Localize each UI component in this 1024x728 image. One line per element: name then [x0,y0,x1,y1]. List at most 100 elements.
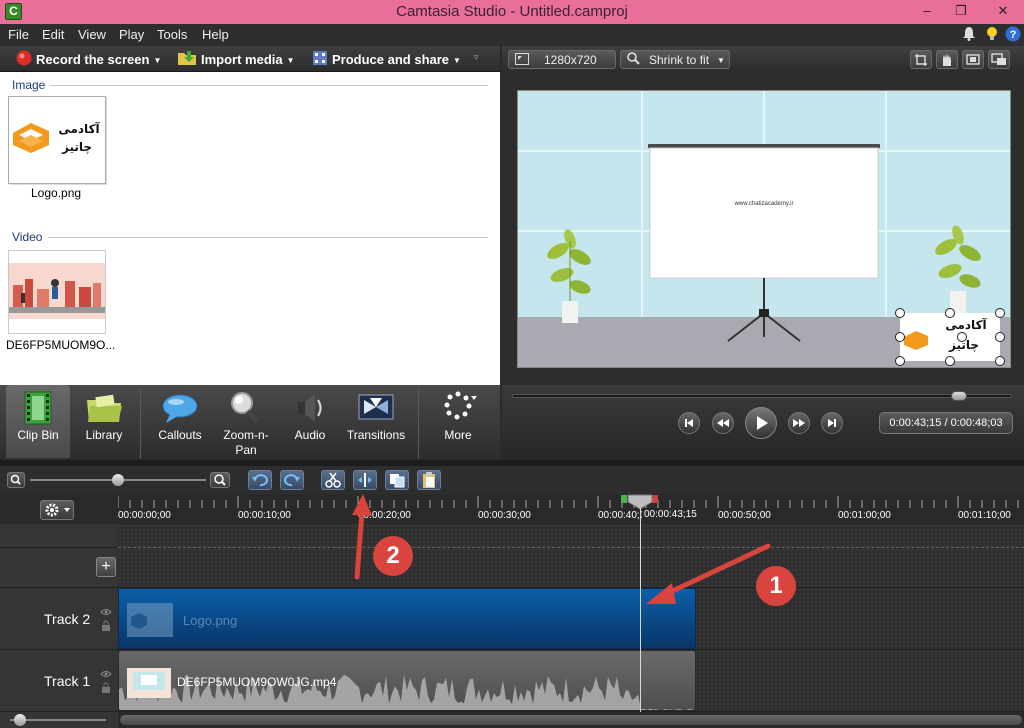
zoom-dropdown[interactable]: Shrink to fit ▼ [620,50,730,69]
toolbar-overflow-icon[interactable]: ▿ [474,52,479,63]
tab-library[interactable]: Library [74,385,134,460]
playhead-handle[interactable] [620,494,660,510]
menu-tools[interactable]: Tools [157,27,187,42]
preview-canvas[interactable]: www.chatizacademy.ir آکادمی چاتیز [517,90,1011,368]
tab-transitions[interactable]: Transitions [340,385,412,460]
zoom-value: Shrink to fit [649,53,710,67]
playback-controls: 0:00:43;15 / 0:00:48;03 [502,385,1024,460]
next-clip-button[interactable] [821,412,843,434]
redo-icon [284,474,300,487]
restore-button[interactable]: ❐ [946,2,976,20]
zoom-slider-thumb[interactable] [112,474,124,486]
scrub-track[interactable] [512,391,1012,401]
tab-more[interactable]: More [428,385,488,460]
track-drop-zone[interactable] [118,524,1024,548]
tab-separator [418,387,419,459]
menu-bar: File Edit View Play Tools Help ? [0,24,1024,46]
track-height-thumb[interactable] [14,714,26,726]
preview-scene: www.chatizacademy.ir آکادمی چاتیز [518,91,1010,367]
folder-icon [84,390,124,426]
ruler-label: 00:00:10;00 [238,510,291,521]
callout-badge-1: 1 [756,566,796,606]
menu-file[interactable]: File [8,27,29,42]
video-thumbnail[interactable] [8,250,106,334]
detach-button[interactable] [988,50,1010,69]
produce-share-label: Produce and share [332,51,450,67]
plus-icon: + [101,558,111,575]
produce-share-button[interactable]: Produce and share ▼ [312,50,461,68]
timeline-settings-button[interactable] [40,500,74,520]
copy-button[interactable] [385,470,409,490]
tab-label: Audio [294,428,326,442]
minimize-button[interactable]: – [912,2,942,20]
eye-icon[interactable] [100,665,112,681]
fullscreen-button[interactable] [962,50,984,69]
scrub-thumb[interactable] [951,391,968,401]
timeline-ruler[interactable]: 00:00:00;00 00:00:10;00 00:00:20;00 00:0… [0,494,1024,524]
menu-play[interactable]: Play [119,27,144,42]
tab-audio[interactable]: Audio [282,385,338,460]
transition-icon [356,390,396,426]
title-bar: C Camtasia Studio - Untitled.camproj – ❐… [0,0,1024,24]
rewind-button[interactable] [712,412,734,434]
record-screen-label: Record the screen [36,51,150,67]
tab-callouts[interactable]: Callouts [150,385,210,460]
bell-icon[interactable] [960,26,977,43]
track-height-area [0,712,118,728]
cut-button[interactable] [321,470,345,490]
media-toolbar: Record the screen ▼ Import media ▼ Produce… [0,46,500,72]
add-track-button[interactable]: + [96,557,116,577]
logo-clip[interactable]: Logo.png [118,588,696,649]
track-2-area[interactable]: Logo.png [118,588,1024,650]
menu-help[interactable]: Help [202,27,229,42]
record-screen-button[interactable]: Record the screen ▼ [16,50,161,68]
tab-label: Library [85,428,123,442]
redo-button[interactable] [280,470,304,490]
track-height-slider[interactable] [10,714,106,726]
more-icon [438,390,478,426]
track-1-area[interactable]: DE6FP5MUOM9OW0JG.mp4 [118,650,1024,712]
menu-view[interactable]: View [78,27,106,42]
detach-icon [989,53,1009,71]
video-section-label: Video [12,230,43,244]
lightbulb-icon[interactable] [983,26,1000,43]
menu-edit[interactable]: Edit [42,27,64,42]
fast-forward-button[interactable] [788,412,810,434]
scrollbar-thumb[interactable] [120,715,1022,725]
tab-label: More [444,428,472,442]
previous-clip-button[interactable] [678,412,700,434]
close-button[interactable]: ✕ [984,2,1022,20]
paste-button[interactable] [417,470,441,490]
logo-clip-thumbnail [127,603,173,637]
eye-icon[interactable] [100,603,112,619]
speaker-icon [290,390,330,426]
ruler-label: 00:01:00;00 [838,510,891,521]
undo-button[interactable] [248,470,272,490]
image-thumbnail-logo[interactable]: آکادمی چاتیز [8,96,106,184]
lock-icon[interactable] [101,618,111,634]
tool-tabs: Clip Bin Library Callouts Zoom-n- Pan Au… [0,385,500,460]
tab-zoom-n-pan[interactable]: Zoom-n- Pan [214,385,278,460]
video-clip[interactable]: DE6FP5MUOM9OW0JG.mp4 [118,650,696,711]
timeline-scrollbar[interactable] [118,712,1024,728]
play-button[interactable] [745,407,777,439]
track-2-header: Track 2 [0,588,118,650]
empty-track-area[interactable] [118,548,1024,588]
split-button[interactable] [353,470,377,490]
tab-clip-bin[interactable]: Clip Bin [6,385,70,458]
crop-button[interactable] [910,50,932,69]
overlay-text-line1: آکادمی [945,317,987,332]
lock-icon[interactable] [101,680,111,696]
video-clip-label: DE6FP5MUOM9OW0JG.mp4 [177,675,337,689]
fullscreen-icon [963,54,983,71]
tab-label: Transitions [346,428,406,442]
help-icon[interactable]: ? [1004,26,1021,43]
zoom-out-button[interactable] [7,472,25,488]
track-1-name: Track 1 [44,673,91,689]
dimensions-dropdown[interactable]: 1280x720 [508,50,616,69]
zoom-slider[interactable] [30,474,206,486]
pan-button[interactable] [936,50,958,69]
window-title: Camtasia Studio - Untitled.camproj [396,3,628,20]
zoom-in-button[interactable] [210,472,230,488]
import-media-button[interactable]: Import media ▼ [177,50,295,68]
